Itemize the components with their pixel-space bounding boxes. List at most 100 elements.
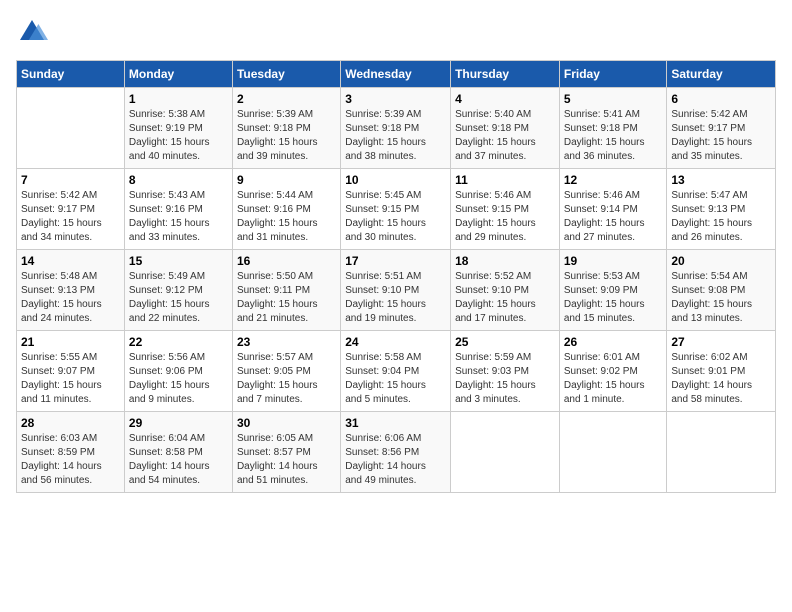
calendar-cell (667, 412, 776, 493)
day-number: 2 (237, 92, 336, 106)
day-info: Sunrise: 5:59 AM Sunset: 9:03 PM Dayligh… (455, 351, 555, 407)
calendar-body: 1 Sunrise: 5:38 AM Sunset: 9:19 PM Daylig… (17, 88, 776, 493)
day-number: 31 (345, 416, 446, 430)
day-number: 8 (129, 173, 228, 187)
column-header-sunday: Sunday (17, 61, 125, 88)
calendar-cell: 9 Sunrise: 5:44 AM Sunset: 9:16 PM Daylig… (232, 169, 340, 250)
day-info: Sunrise: 5:44 AM Sunset: 9:16 PM Dayligh… (237, 189, 336, 245)
day-info: Sunrise: 5:49 AM Sunset: 9:12 PM Dayligh… (129, 270, 228, 326)
calendar-table: SundayMondayTuesdayWednesdayThursdayFrid… (16, 60, 776, 493)
column-header-wednesday: Wednesday (341, 61, 451, 88)
week-row-2: 7 Sunrise: 5:42 AM Sunset: 9:17 PM Daylig… (17, 169, 776, 250)
calendar-cell: 7 Sunrise: 5:42 AM Sunset: 9:17 PM Daylig… (17, 169, 125, 250)
day-number: 25 (455, 335, 555, 349)
day-info: Sunrise: 6:04 AM Sunset: 8:58 PM Dayligh… (129, 432, 228, 488)
day-number: 10 (345, 173, 446, 187)
day-number: 1 (129, 92, 228, 106)
day-number: 22 (129, 335, 228, 349)
column-header-friday: Friday (559, 61, 667, 88)
calendar-cell: 24 Sunrise: 5:58 AM Sunset: 9:04 PM Dayli… (341, 331, 451, 412)
day-info: Sunrise: 5:55 AM Sunset: 9:07 PM Dayligh… (21, 351, 120, 407)
day-number: 19 (564, 254, 663, 268)
calendar-cell: 29Sunrise: 6:04 AM Sunset: 8:58 PM Dayli… (124, 412, 232, 493)
week-row-1: 1 Sunrise: 5:38 AM Sunset: 9:19 PM Daylig… (17, 88, 776, 169)
calendar-cell: 25 Sunrise: 5:59 AM Sunset: 9:03 PM Dayli… (451, 331, 560, 412)
day-info: Sunrise: 5:46 AM Sunset: 9:15 PM Dayligh… (455, 189, 555, 245)
day-number: 9 (237, 173, 336, 187)
day-info: Sunrise: 5:42 AM Sunset: 9:17 PM Dayligh… (671, 108, 771, 164)
day-number: 30 (237, 416, 336, 430)
column-header-thursday: Thursday (451, 61, 560, 88)
calendar-cell: 22 Sunrise: 5:56 AM Sunset: 9:06 PM Dayli… (124, 331, 232, 412)
calendar-cell: 15 Sunrise: 5:49 AM Sunset: 9:12 PM Dayli… (124, 250, 232, 331)
day-info: Sunrise: 5:40 AM Sunset: 9:18 PM Dayligh… (455, 108, 555, 164)
day-info: Sunrise: 6:02 AM Sunset: 9:01 PM Dayligh… (671, 351, 771, 407)
week-row-4: 21 Sunrise: 5:55 AM Sunset: 9:07 PM Dayli… (17, 331, 776, 412)
day-info: Sunrise: 5:47 AM Sunset: 9:13 PM Dayligh… (671, 189, 771, 245)
calendar-cell: 8 Sunrise: 5:43 AM Sunset: 9:16 PM Daylig… (124, 169, 232, 250)
calendar-cell: 10Sunrise: 5:45 AM Sunset: 9:15 PM Dayli… (341, 169, 451, 250)
calendar-cell: 18Sunrise: 5:52 AM Sunset: 9:10 PM Dayli… (451, 250, 560, 331)
calendar-cell (559, 412, 667, 493)
calendar-cell: 13Sunrise: 5:47 AM Sunset: 9:13 PM Dayli… (667, 169, 776, 250)
calendar-cell: 26 Sunrise: 6:01 AM Sunset: 9:02 PM Dayli… (559, 331, 667, 412)
day-number: 4 (455, 92, 555, 106)
day-number: 14 (21, 254, 120, 268)
day-info: Sunrise: 5:54 AM Sunset: 9:08 PM Dayligh… (671, 270, 771, 326)
day-info: Sunrise: 5:51 AM Sunset: 9:10 PM Dayligh… (345, 270, 446, 326)
calendar-cell: 19 Sunrise: 5:53 AM Sunset: 9:09 PM Dayli… (559, 250, 667, 331)
calendar-cell: 4 Sunrise: 5:40 AM Sunset: 9:18 PM Daylig… (451, 88, 560, 169)
day-number: 3 (345, 92, 446, 106)
calendar-cell (451, 412, 560, 493)
day-number: 28 (21, 416, 120, 430)
calendar-cell: 23Sunrise: 5:57 AM Sunset: 9:05 PM Dayli… (232, 331, 340, 412)
calendar-cell: 16Sunrise: 5:50 AM Sunset: 9:11 PM Dayli… (232, 250, 340, 331)
calendar-cell: 27Sunrise: 6:02 AM Sunset: 9:01 PM Dayli… (667, 331, 776, 412)
day-number: 7 (21, 173, 120, 187)
week-row-5: 28 Sunrise: 6:03 AM Sunset: 8:59 PM Dayli… (17, 412, 776, 493)
logo (16, 16, 52, 48)
header (16, 16, 776, 48)
day-number: 12 (564, 173, 663, 187)
calendar-cell: 14Sunrise: 5:48 AM Sunset: 9:13 PM Dayli… (17, 250, 125, 331)
day-info: Sunrise: 6:01 AM Sunset: 9:02 PM Dayligh… (564, 351, 663, 407)
day-info: Sunrise: 6:03 AM Sunset: 8:59 PM Dayligh… (21, 432, 120, 488)
day-info: Sunrise: 5:56 AM Sunset: 9:06 PM Dayligh… (129, 351, 228, 407)
day-number: 18 (455, 254, 555, 268)
day-number: 17 (345, 254, 446, 268)
calendar-cell: 28 Sunrise: 6:03 AM Sunset: 8:59 PM Dayli… (17, 412, 125, 493)
day-info: Sunrise: 5:43 AM Sunset: 9:16 PM Dayligh… (129, 189, 228, 245)
calendar-cell (17, 88, 125, 169)
day-info: Sunrise: 5:41 AM Sunset: 9:18 PM Dayligh… (564, 108, 663, 164)
day-info: Sunrise: 5:53 AM Sunset: 9:09 PM Dayligh… (564, 270, 663, 326)
day-number: 20 (671, 254, 771, 268)
calendar-cell: 11 Sunrise: 5:46 AM Sunset: 9:15 PM Dayli… (451, 169, 560, 250)
logo-icon (16, 16, 48, 48)
day-info: Sunrise: 5:42 AM Sunset: 9:17 PM Dayligh… (21, 189, 120, 245)
day-number: 24 (345, 335, 446, 349)
day-info: Sunrise: 6:06 AM Sunset: 8:56 PM Dayligh… (345, 432, 446, 488)
day-number: 16 (237, 254, 336, 268)
calendar-cell: 6 Sunrise: 5:42 AM Sunset: 9:17 PM Daylig… (667, 88, 776, 169)
day-number: 11 (455, 173, 555, 187)
day-number: 26 (564, 335, 663, 349)
calendar-cell: 1 Sunrise: 5:38 AM Sunset: 9:19 PM Daylig… (124, 88, 232, 169)
day-info: Sunrise: 5:39 AM Sunset: 9:18 PM Dayligh… (345, 108, 446, 164)
calendar-cell: 17 Sunrise: 5:51 AM Sunset: 9:10 PM Dayli… (341, 250, 451, 331)
calendar-cell: 5Sunrise: 5:41 AM Sunset: 9:18 PM Daylig… (559, 88, 667, 169)
column-header-saturday: Saturday (667, 61, 776, 88)
day-number: 6 (671, 92, 771, 106)
calendar-cell: 3 Sunrise: 5:39 AM Sunset: 9:18 PM Daylig… (341, 88, 451, 169)
calendar-cell: 2 Sunrise: 5:39 AM Sunset: 9:18 PM Daylig… (232, 88, 340, 169)
day-number: 15 (129, 254, 228, 268)
calendar-cell: 20 Sunrise: 5:54 AM Sunset: 9:08 PM Dayli… (667, 250, 776, 331)
day-number: 23 (237, 335, 336, 349)
day-info: Sunrise: 5:46 AM Sunset: 9:14 PM Dayligh… (564, 189, 663, 245)
day-info: Sunrise: 5:38 AM Sunset: 9:19 PM Dayligh… (129, 108, 228, 164)
calendar-cell: 12 Sunrise: 5:46 AM Sunset: 9:14 PM Dayli… (559, 169, 667, 250)
day-info: Sunrise: 6:05 AM Sunset: 8:57 PM Dayligh… (237, 432, 336, 488)
day-number: 21 (21, 335, 120, 349)
day-info: Sunrise: 5:58 AM Sunset: 9:04 PM Dayligh… (345, 351, 446, 407)
column-header-tuesday: Tuesday (232, 61, 340, 88)
day-info: Sunrise: 5:39 AM Sunset: 9:18 PM Dayligh… (237, 108, 336, 164)
